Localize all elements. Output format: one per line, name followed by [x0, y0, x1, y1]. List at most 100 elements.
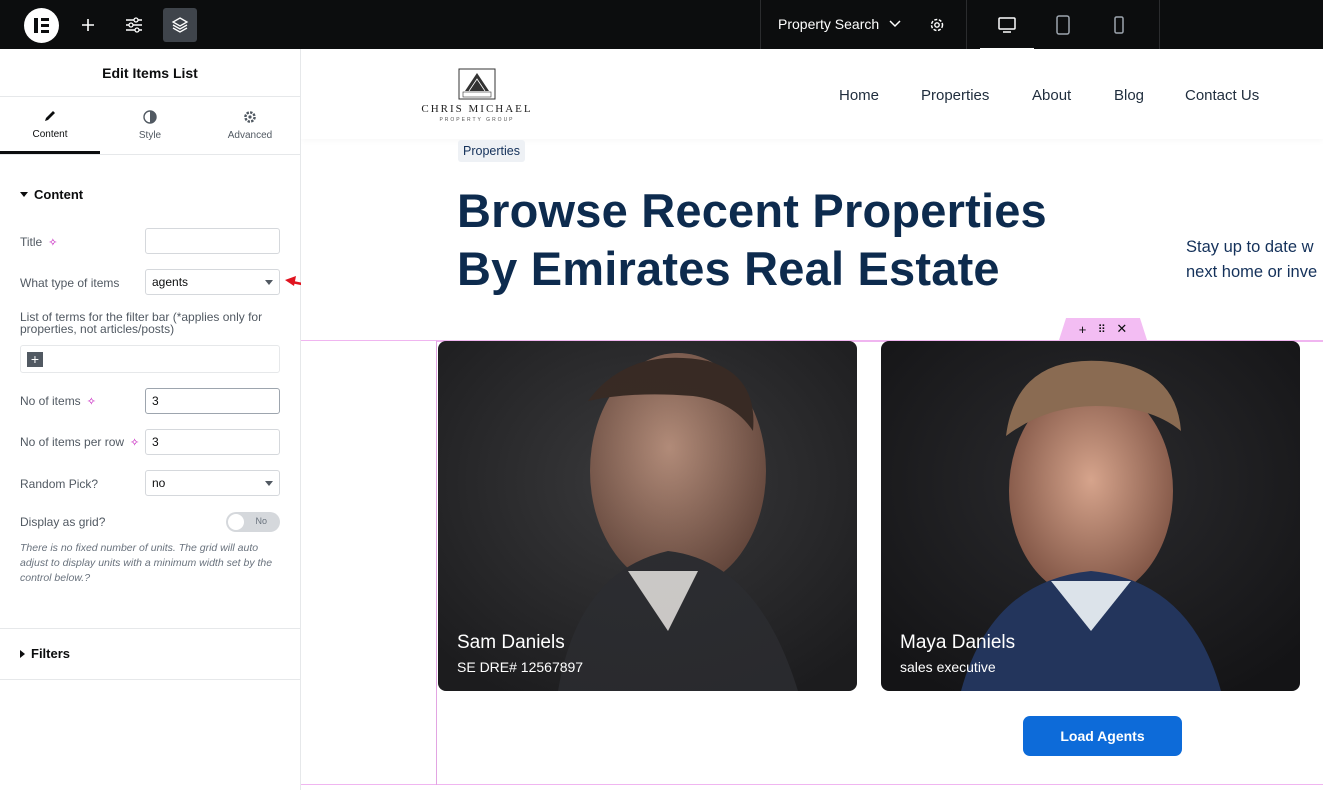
label-text: Random Pick?: [20, 477, 99, 491]
divider: [1159, 0, 1160, 49]
agent-role: SE DRE# 12567897: [457, 659, 584, 675]
nav-properties[interactable]: Properties: [921, 87, 989, 104]
nav-blog[interactable]: Blog: [1114, 87, 1144, 104]
select-value: no: [152, 476, 166, 490]
agent-name: Sam Daniels: [457, 632, 565, 653]
label-text: Display as grid?: [20, 515, 106, 529]
section-tag: Properties: [458, 140, 525, 162]
description-line: next home or inve: [1186, 263, 1318, 281]
description-line: Stay up to date w: [1186, 238, 1314, 256]
type-label: What type of items: [20, 276, 119, 290]
add-term-button[interactable]: +: [27, 352, 43, 367]
add-element-button[interactable]: [71, 8, 105, 42]
contrast-icon: [143, 110, 157, 124]
label-text: No of items: [20, 394, 81, 408]
random-select[interactable]: no: [145, 470, 280, 496]
pencil-icon: [45, 110, 55, 121]
add-icon[interactable]: +: [1079, 322, 1087, 337]
editor-top-bar: Property Search: [0, 0, 1323, 50]
label-text: Title: [20, 235, 43, 249]
caret-down-icon: [20, 192, 28, 197]
caret-right-icon: [20, 649, 25, 658]
random-label: Random Pick?: [20, 477, 98, 491]
hero-title: Browse Recent Properties By Emirates Rea…: [457, 182, 1047, 298]
tab-style[interactable]: Style: [100, 97, 200, 154]
help-text: There is no fixed number of units. The g…: [20, 542, 273, 584]
logo-name: CHRIS MICHAEL: [421, 103, 533, 115]
tab-label: Advanced: [227, 130, 273, 141]
caret-down-icon: [265, 480, 273, 486]
toggle-knob: [228, 514, 244, 530]
close-icon[interactable]: ✕: [1116, 321, 1127, 337]
structure-button[interactable]: [163, 8, 197, 42]
load-agents-button[interactable]: Load Agents: [1023, 716, 1182, 756]
page-settings-button[interactable]: [920, 8, 954, 42]
title-input[interactable]: [145, 228, 280, 254]
terms-repeater: +: [20, 345, 280, 373]
gear-icon: [244, 111, 256, 123]
page-preview: CHRIS MICHAEL PROPERTY GROUP Home Proper…: [301, 49, 1323, 790]
no-items-label: No of items ✧: [20, 394, 96, 408]
terms-label: List of terms for the filter bar (*appli…: [20, 310, 263, 336]
sliders-icon: [126, 17, 142, 33]
site-logo[interactable]: CHRIS MICHAEL PROPERTY GROUP: [417, 67, 537, 125]
divider: [0, 628, 300, 629]
site-header: CHRIS MICHAEL PROPERTY GROUP Home Proper…: [301, 49, 1323, 139]
grid-label: Display as grid?: [20, 515, 105, 529]
toggle-label: No: [255, 516, 267, 526]
tab-label: Content: [32, 128, 68, 140]
ai-sparkle-icon[interactable]: ✧: [87, 395, 96, 408]
layers-icon: [171, 17, 189, 33]
elementor-logo-icon[interactable]: [24, 8, 59, 43]
page-name: Property Search: [778, 16, 880, 32]
no-items-input[interactable]: 3: [145, 388, 280, 414]
agent-name: Maya Daniels: [900, 632, 1016, 653]
tablet-icon: [1056, 15, 1070, 35]
grid-toggle[interactable]: No: [226, 512, 280, 532]
title-label: Title ✧: [20, 235, 57, 249]
hero-description: Stay up to date w next home or inve: [1186, 235, 1317, 285]
desktop-icon: [998, 17, 1016, 33]
hero-line: By Emirates Real Estate: [457, 242, 1000, 295]
ai-sparkle-icon[interactable]: ✧: [48, 236, 57, 249]
divider: [760, 0, 761, 49]
select-value: agents: [152, 275, 189, 289]
nav-home[interactable]: Home: [839, 87, 879, 104]
divider: [966, 0, 967, 49]
content-section-toggle[interactable]: Content: [20, 187, 83, 202]
nav-about[interactable]: About: [1032, 87, 1071, 104]
tab-label: Style: [138, 130, 162, 141]
tab-content[interactable]: Content: [0, 97, 100, 154]
logo-subtitle: PROPERTY GROUP: [439, 117, 515, 123]
tablet-view-button[interactable]: [1036, 9, 1090, 41]
agent-role: sales executive: [900, 659, 996, 675]
desktop-view-button[interactable]: [980, 9, 1034, 50]
agent-card[interactable]: Sam Daniels SE DRE# 12567897: [438, 341, 857, 691]
site-settings-button[interactable]: [117, 8, 151, 42]
editor-panel: Edit Items List Content Style Advanced C…: [0, 49, 301, 790]
agent-card[interactable]: Maya Daniels sales executive: [881, 341, 1300, 691]
divider: [0, 679, 300, 680]
panel-title: Edit Items List: [0, 49, 300, 97]
nav-contact[interactable]: Contact Us: [1185, 87, 1259, 104]
drag-handle-icon[interactable]: ⠿: [1098, 323, 1106, 336]
mobile-view-button[interactable]: [1092, 9, 1146, 41]
gear-icon: [930, 18, 944, 32]
page-selector[interactable]: Property Search: [778, 16, 901, 32]
tab-advanced[interactable]: Advanced: [200, 97, 300, 154]
caret-down-icon: [265, 279, 273, 285]
building-logo-icon: [458, 68, 496, 100]
hero-line: Browse Recent Properties: [457, 184, 1047, 237]
per-row-label: No of items per row ✧: [20, 435, 139, 449]
per-row-input[interactable]: 3: [145, 429, 280, 455]
mobile-icon: [1114, 16, 1124, 34]
filters-section-toggle[interactable]: Filters: [20, 646, 70, 661]
widget-handle[interactable]: + ⠿ ✕: [1059, 318, 1147, 340]
section-label: Content: [34, 187, 84, 202]
section-label: Filters: [31, 646, 71, 661]
panel-tabs: Content Style Advanced: [0, 97, 300, 155]
plus-icon: [82, 19, 94, 31]
label-text: No of items per row: [20, 435, 125, 449]
type-select[interactable]: agents: [145, 269, 280, 295]
ai-sparkle-icon[interactable]: ✧: [130, 436, 139, 449]
